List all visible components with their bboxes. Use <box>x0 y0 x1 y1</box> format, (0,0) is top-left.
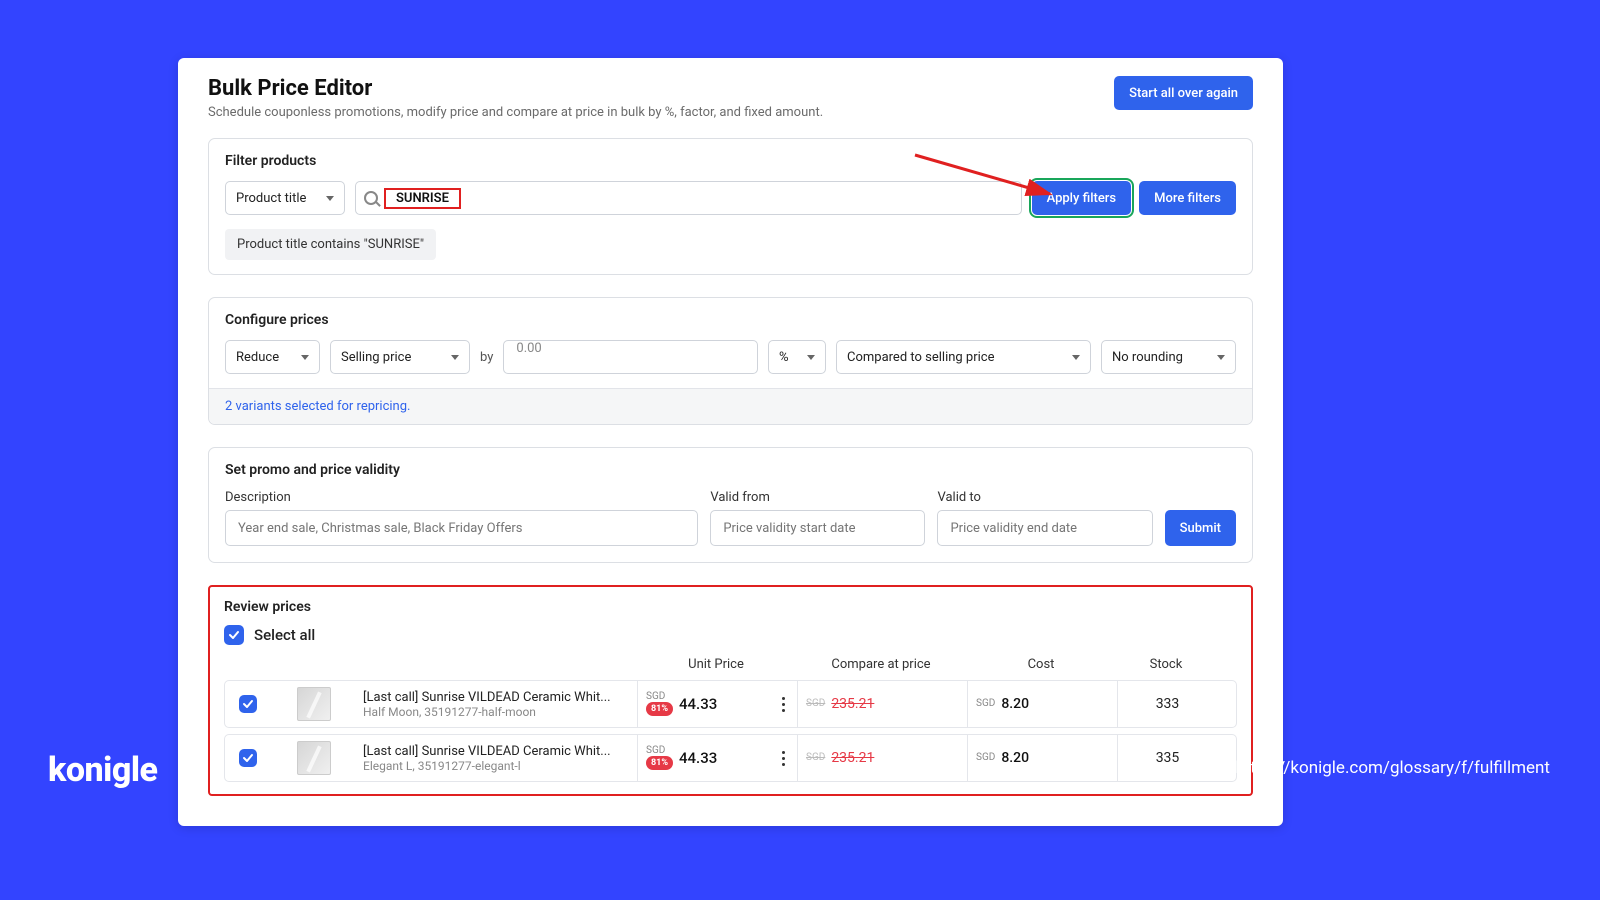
compare-select[interactable]: Compared to selling price <box>836 340 1091 374</box>
filter-title: Filter products <box>225 153 1236 169</box>
chevron-down-icon <box>1217 355 1225 360</box>
product-title: [Last call] Sunrise VILDEAD Ceramic Whit… <box>363 744 631 759</box>
row-checkbox[interactable] <box>239 749 257 767</box>
col-stock: Stock <box>1116 657 1216 672</box>
cost-cell: SGD 8.20 <box>967 735 1117 781</box>
more-options-icon[interactable] <box>782 697 789 712</box>
currency-label: SGD <box>646 746 673 756</box>
product-variant: Half Moon, 35191277-half-moon <box>363 705 631 719</box>
filter-attribute-value: Product title <box>236 191 306 206</box>
table-row: [Last call] Sunrise VILDEAD Ceramic Whit… <box>224 734 1237 782</box>
compare-price-cell: SGD 235.21 <box>797 681 967 727</box>
rounding-select-value: No rounding <box>1112 350 1183 365</box>
app-card: Bulk Price Editor Schedule couponless pr… <box>178 58 1283 826</box>
chevron-down-icon <box>451 355 459 360</box>
currency-label: SGD <box>976 753 995 763</box>
select-all-checkbox[interactable] <box>224 625 244 645</box>
filter-search-value: SUNRISE <box>384 188 461 209</box>
table-row: [Last call] Sunrise VILDEAD Ceramic Whit… <box>224 680 1237 728</box>
filter-attribute-select[interactable]: Product title <box>225 181 345 215</box>
unit-value: % <box>779 350 789 365</box>
action-select-value: Reduce <box>236 350 279 365</box>
compare-price-value: 235.21 <box>831 750 874 766</box>
by-label: by <box>480 350 493 365</box>
amount-value: 0.00 <box>516 341 541 356</box>
check-icon <box>242 698 254 710</box>
start-over-button[interactable]: Start all over again <box>1114 76 1253 110</box>
compare-price-value: 235.21 <box>831 696 874 712</box>
chevron-down-icon <box>807 355 815 360</box>
action-select[interactable]: Reduce <box>225 340 320 374</box>
rounding-select[interactable]: No rounding <box>1101 340 1236 374</box>
currency-label: SGD <box>976 699 995 709</box>
unit-price-cell: SGD 81% 44.33 <box>637 735 797 781</box>
review-section: Review prices Select all Unit Price Comp… <box>208 585 1253 796</box>
validity-title: Set promo and price validity <box>225 462 1236 478</box>
row-checkbox[interactable] <box>239 695 257 713</box>
chevron-down-icon <box>301 355 309 360</box>
select-all-label: Select all <box>254 626 315 644</box>
valid-from-label: Valid from <box>710 490 925 505</box>
valid-to-input[interactable] <box>937 510 1152 546</box>
currency-label: SGD <box>646 692 673 702</box>
target-select[interactable]: Selling price <box>330 340 470 374</box>
discount-badge: 81% <box>646 756 673 770</box>
product-title: [Last call] Sunrise VILDEAD Ceramic Whit… <box>363 690 631 705</box>
filter-chip[interactable]: Product title contains "SUNRISE" <box>225 229 436 260</box>
filter-panel: Filter products Product title SUNRISE Ap… <box>208 138 1253 275</box>
page-subtitle: Schedule couponless promotions, modify p… <box>208 105 823 120</box>
check-icon <box>228 629 240 641</box>
compare-select-value: Compared to selling price <box>847 350 995 365</box>
product-thumbnail <box>297 741 331 775</box>
col-cost: Cost <box>966 657 1116 672</box>
validity-panel: Set promo and price validity Description… <box>208 447 1253 563</box>
unit-price-value: 44.33 <box>679 695 717 713</box>
unit-price-value: 44.33 <box>679 749 717 767</box>
product-variant: Elegant L, 35191277-elegant-l <box>363 759 631 773</box>
stock-cell: 335 <box>1117 735 1217 781</box>
unit-select[interactable]: % <box>768 340 826 374</box>
cost-value: 8.20 <box>1001 750 1029 766</box>
column-headers: Unit Price Compare at price Cost Stock <box>224 653 1237 680</box>
source-url: https://konigle.com/glossary/f/fulfillme… <box>1235 758 1550 778</box>
page-title: Bulk Price Editor <box>208 76 823 101</box>
configure-title: Configure prices <box>225 312 1236 328</box>
discount-badge: 81% <box>646 702 673 716</box>
submit-button[interactable]: Submit <box>1165 510 1236 546</box>
unit-price-cell: SGD 81% 44.33 <box>637 681 797 727</box>
cost-value: 8.20 <box>1001 696 1029 712</box>
valid-from-input[interactable] <box>710 510 925 546</box>
search-icon <box>364 191 378 205</box>
check-icon <box>242 752 254 764</box>
stock-cell: 333 <box>1117 681 1217 727</box>
page-header: Bulk Price Editor Schedule couponless pr… <box>208 76 1253 120</box>
apply-filters-button[interactable]: Apply filters <box>1032 181 1132 215</box>
brand-logo: konigle <box>48 750 157 790</box>
compare-price-cell: SGD 235.21 <box>797 735 967 781</box>
amount-input[interactable]: 0.00 <box>503 340 758 374</box>
currency-label: SGD <box>806 753 825 763</box>
col-compare: Compare at price <box>796 657 966 672</box>
more-options-icon[interactable] <box>782 751 789 766</box>
valid-to-label: Valid to <box>937 490 1152 505</box>
configure-status: 2 variants selected for repricing. <box>209 388 1252 424</box>
configure-panel: Configure prices Reduce Selling price by… <box>208 297 1253 425</box>
description-label: Description <box>225 490 698 505</box>
currency-label: SGD <box>806 699 825 709</box>
col-unit-price: Unit Price <box>636 657 796 672</box>
review-title: Review prices <box>224 599 1237 615</box>
chevron-down-icon <box>1072 355 1080 360</box>
product-thumbnail <box>297 687 331 721</box>
filter-search-input[interactable]: SUNRISE <box>355 181 1022 215</box>
description-input[interactable] <box>225 510 698 546</box>
target-select-value: Selling price <box>341 350 411 365</box>
chevron-down-icon <box>326 196 334 201</box>
more-filters-button[interactable]: More filters <box>1139 181 1236 215</box>
cost-cell: SGD 8.20 <box>967 681 1117 727</box>
